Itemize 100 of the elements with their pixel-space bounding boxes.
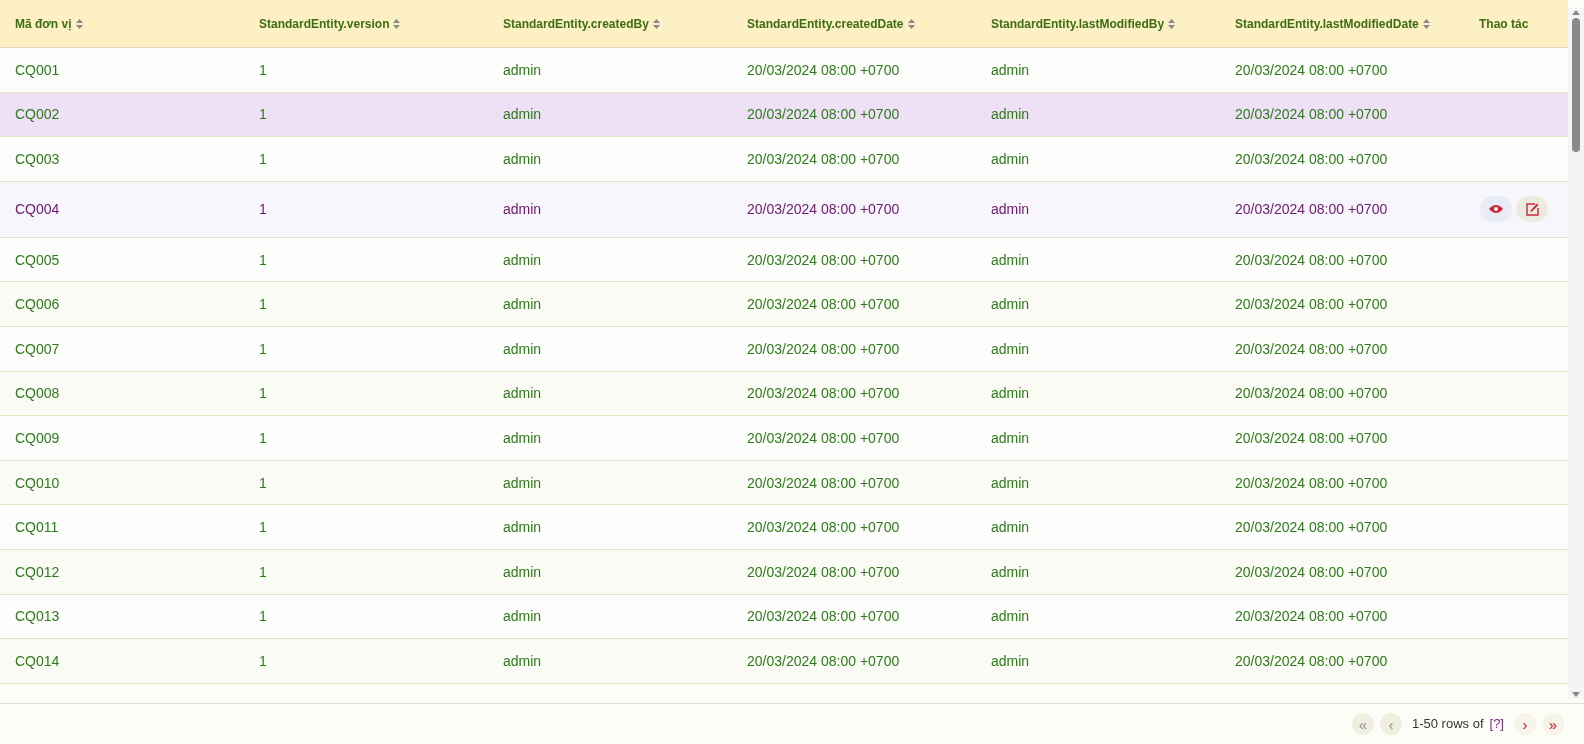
table-cell: admin: [503, 201, 542, 218]
table-cell: 1: [259, 429, 267, 446]
edit-button[interactable]: [1516, 196, 1548, 223]
table-cell: 20/03/2024 08:00 +0700: [1235, 563, 1388, 580]
table-cell: 1: [259, 652, 267, 669]
column-header[interactable]: StandardEntity.createdBy: [503, 14, 649, 33]
sort-icon[interactable]: [393, 18, 401, 29]
table-cell: 20/03/2024 08:00 +0700: [747, 151, 900, 167]
table-cell: admin: [503, 340, 542, 357]
table-cell: 20/03/2024 08:00 +0700: [747, 608, 900, 625]
table-cell: CQ011: [15, 519, 59, 536]
table-cell: admin: [991, 340, 1030, 357]
column-header[interactable]: StandardEntity.lastModifiedBy: [991, 14, 1165, 33]
table-cell: 20/03/2024 08:00 +0700: [1235, 251, 1388, 268]
table-cell: 20/03/2024 08:00 +0700: [1235, 201, 1388, 218]
table-cell: 20/03/2024 08:00 +0700: [747, 296, 900, 313]
table-cell: 20/03/2024 08:00 +0700: [747, 251, 900, 268]
sort-icon[interactable]: [1168, 18, 1176, 29]
column-header[interactable]: StandardEntity.createdDate: [747, 14, 904, 33]
table-cell: admin: [991, 296, 1030, 313]
table-cell: 20/03/2024 08:00 +0700: [1235, 106, 1388, 123]
table-cell: CQ006: [15, 296, 60, 313]
next-page-button[interactable]: ›: [1514, 713, 1536, 735]
table-row[interactable]: CQ004 1 admin 20/03/2024 08:00 +0700 admin 20/03/2024 08:00 +0700: [0, 181, 1568, 238]
table-cell: admin: [503, 151, 542, 167]
table-cell: admin: [503, 429, 542, 446]
table-cell: 20/03/2024 08:00 +0700: [1235, 519, 1388, 536]
table-cell: 1: [259, 519, 267, 536]
table-cell: CQ009: [15, 429, 60, 446]
row-range-text: 1-50 rows of: [1412, 715, 1484, 734]
table-cell: CQ010: [15, 474, 60, 491]
table-cell: CQ005: [15, 251, 60, 268]
table-row[interactable]: CQ002 1 admin 20/03/2024 08:00 +0700 admin 20/03/2024 08:00 +0700: [0, 92, 1568, 138]
table-cell: 1: [259, 296, 267, 313]
table-cell: CQ002: [15, 106, 60, 123]
eye-icon: [1489, 204, 1503, 215]
table-cell: admin: [503, 251, 542, 268]
scrollbar[interactable]: [1568, 8, 1584, 699]
scroll-up-icon[interactable]: [1571, 8, 1581, 16]
sort-icon[interactable]: [907, 18, 915, 29]
table-cell: admin: [991, 608, 1030, 625]
total-count-link[interactable]: [?]: [1489, 714, 1504, 734]
table-cell: admin: [991, 474, 1030, 491]
view-button[interactable]: [1480, 196, 1512, 223]
table-cell: 1: [259, 251, 267, 268]
table-cell: CQ014: [15, 652, 60, 669]
table-cell: 1: [259, 385, 267, 402]
table-cell: CQ003: [15, 151, 60, 167]
column-header[interactable]: StandardEntity.lastModifiedDate: [1235, 14, 1419, 33]
table-cell: admin: [503, 106, 542, 123]
sort-icon[interactable]: [1422, 18, 1430, 29]
table-cell: admin: [991, 652, 1030, 669]
table-cell: 1: [259, 61, 267, 78]
table-cell: admin: [991, 106, 1030, 123]
table-cell: 1: [259, 151, 267, 167]
table-cell: admin: [991, 201, 1030, 218]
table-cell: admin: [991, 251, 1030, 268]
table-cell: CQ012: [15, 563, 60, 580]
table-cell: admin: [503, 563, 542, 580]
table-cell: 20/03/2024 08:00 +0700: [1235, 652, 1388, 669]
table-cell: 20/03/2024 08:00 +0700: [747, 474, 900, 491]
table-cell: 20/03/2024 08:00 +0700: [1235, 608, 1388, 625]
table-cell: CQ004: [15, 201, 60, 218]
table-cell: admin: [991, 385, 1030, 402]
table-cell: 1: [259, 474, 267, 491]
column-header[interactable]: StandardEntity.version: [259, 14, 390, 33]
table-cell: 20/03/2024 08:00 +0700: [1235, 151, 1388, 167]
sort-icon[interactable]: [75, 18, 83, 29]
table-cell: 1: [259, 563, 267, 580]
table-cell: 20/03/2024 08:00 +0700: [1235, 296, 1388, 313]
table-cell: admin: [503, 61, 542, 78]
scrollbar-thumb[interactable]: [1572, 18, 1580, 152]
table-cell: 20/03/2024 08:00 +0700: [747, 429, 900, 446]
table-cell: admin: [503, 519, 542, 536]
table-cell: admin: [991, 151, 1030, 167]
table-cell: 1: [259, 201, 267, 218]
last-page-button[interactable]: »: [1542, 713, 1564, 735]
column-header: Thao tác: [1479, 15, 1529, 33]
table-cell: 20/03/2024 08:00 +0700: [747, 61, 900, 78]
table-cell: 20/03/2024 08:00 +0700: [1235, 61, 1388, 78]
column-header[interactable]: Mã đơn vị: [15, 14, 72, 33]
table-cell: admin: [991, 61, 1030, 78]
table-cell: 20/03/2024 08:00 +0700: [747, 201, 900, 218]
table-cell: 1: [259, 340, 267, 357]
table-cell: 20/03/2024 08:00 +0700: [1235, 385, 1388, 402]
table-cell: 20/03/2024 08:00 +0700: [747, 385, 900, 402]
sort-icon[interactable]: [652, 18, 660, 29]
table-cell: 1: [259, 106, 267, 123]
scroll-down-icon[interactable]: [1571, 691, 1581, 699]
table-cell: admin: [991, 563, 1030, 580]
table-cell: admin: [991, 429, 1030, 446]
table-cell: 20/03/2024 08:00 +0700: [747, 652, 900, 669]
table-cell: CQ013: [15, 608, 60, 625]
table-cell: 20/03/2024 08:00 +0700: [747, 340, 900, 357]
table-cell: 20/03/2024 08:00 +0700: [747, 563, 900, 580]
table-cell: admin: [503, 474, 542, 491]
table-cell: CQ007: [15, 340, 60, 357]
table-cell: admin: [991, 519, 1030, 536]
table-cell: 20/03/2024 08:00 +0700: [1235, 474, 1388, 491]
table-cell: admin: [503, 652, 542, 669]
